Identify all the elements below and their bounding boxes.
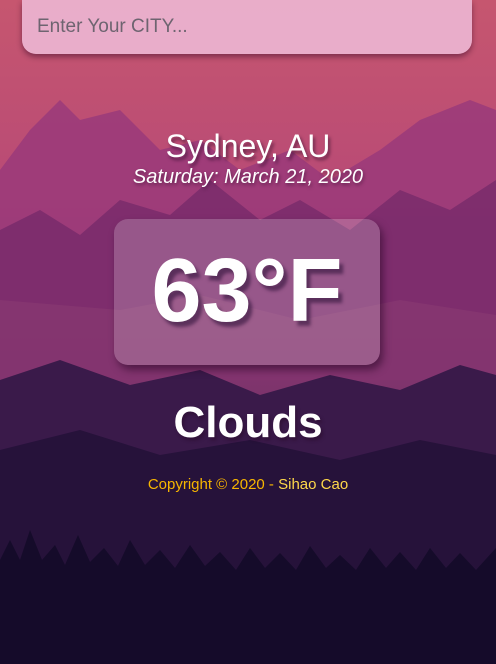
author-name: Sihao Cao bbox=[278, 476, 349, 493]
temperature-value: 63°F bbox=[151, 241, 343, 341]
current-date: Saturday: March 21, 2020 bbox=[132, 166, 364, 188]
search-bar bbox=[22, 0, 472, 54]
city-search-input[interactable] bbox=[37, 10, 457, 44]
copyright-text: Copyright © 2020 - bbox=[147, 476, 279, 493]
city-name: Sydney, AU bbox=[165, 128, 331, 164]
footer: Copyright © 2020 - Sihao Cao bbox=[0, 476, 496, 493]
temperature-card: 63°F bbox=[114, 219, 380, 365]
weather-condition: Clouds bbox=[173, 398, 323, 447]
